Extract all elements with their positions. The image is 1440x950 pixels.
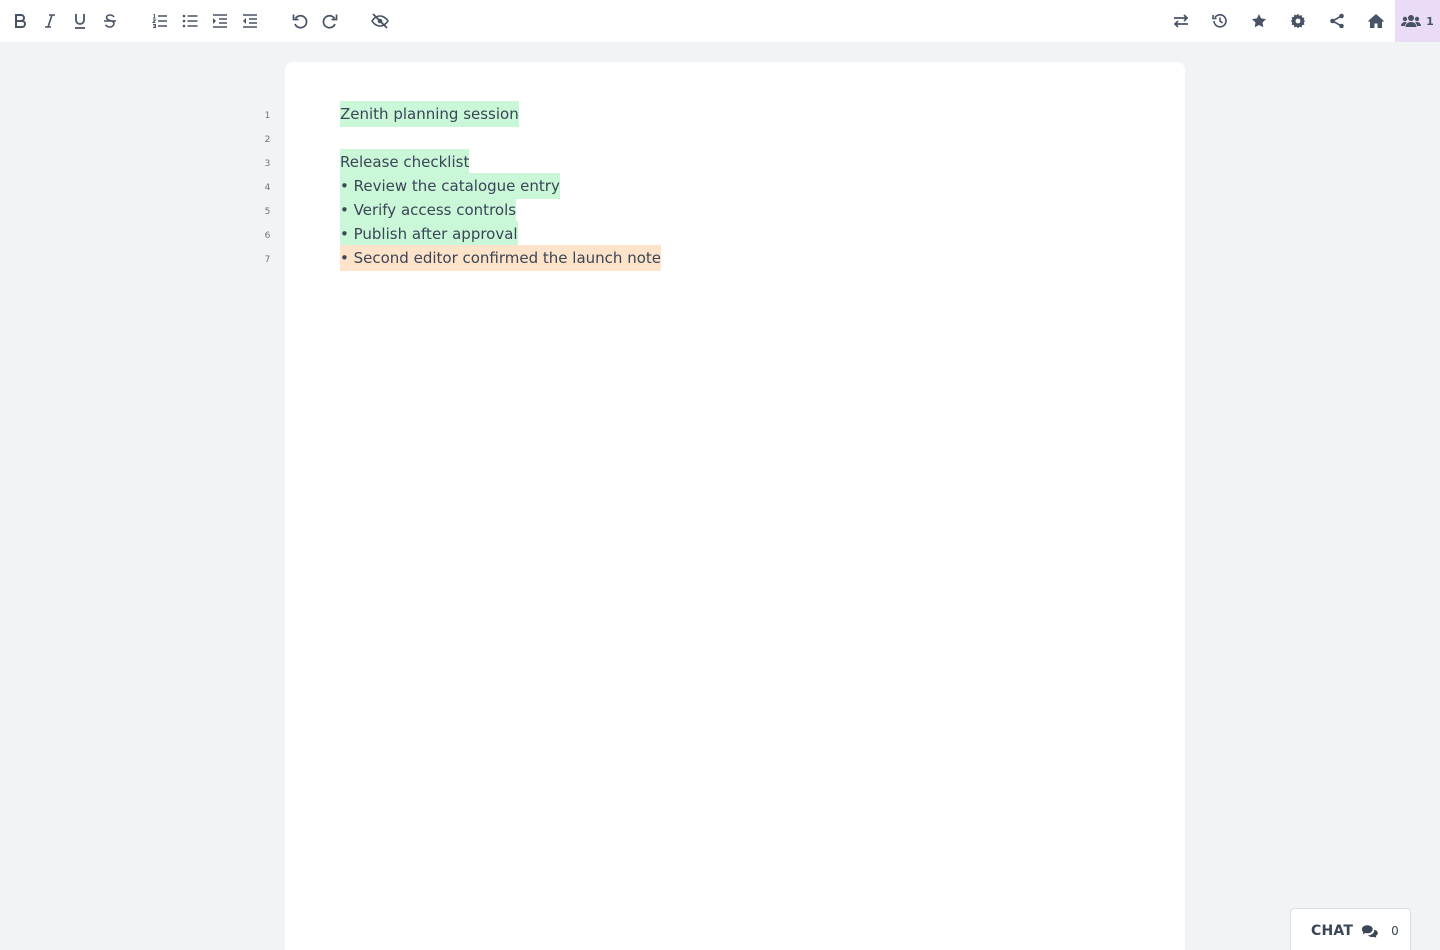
chat-button[interactable]: CHAT 0	[1290, 908, 1411, 950]
document-line-text: • Review the catalogue entry	[340, 173, 560, 199]
indent-button[interactable]	[205, 0, 235, 42]
import-export-icon	[1173, 14, 1188, 28]
star-icon	[1251, 14, 1266, 28]
line-number: 4	[264, 183, 271, 193]
share-icon	[1329, 13, 1344, 29]
line-number: 3	[264, 159, 271, 169]
home-button[interactable]	[1356, 0, 1395, 42]
editor-toolbar: 1	[0, 0, 1440, 42]
strikethrough-button[interactable]	[95, 0, 125, 42]
line-numbers: 1 2 3 4 5 6 7	[255, 102, 280, 270]
unordered-list-button[interactable]	[175, 0, 205, 42]
unordered-list-icon	[182, 14, 198, 28]
import-export-button[interactable]	[1161, 0, 1200, 42]
document-line-text: Zenith planning session	[340, 101, 519, 127]
document-body[interactable]: Zenith planning session Release checklis…	[340, 101, 661, 271]
line-number: 2	[264, 135, 271, 145]
chat-label: CHAT	[1311, 923, 1354, 939]
document-line-text: Release checklist	[340, 149, 470, 175]
document-line[interactable]	[340, 125, 661, 149]
line-number: 7	[264, 255, 271, 265]
document-line[interactable]: Release checklist	[340, 149, 661, 175]
document-line-text: • Second editor confirmed the launch not…	[340, 245, 661, 271]
indent-icon	[213, 14, 227, 28]
eye-slash-icon	[371, 13, 389, 29]
italic-icon	[45, 14, 55, 28]
share-button[interactable]	[1317, 0, 1356, 42]
chat-unread-count: 0	[1391, 924, 1399, 938]
bold-button[interactable]	[5, 0, 35, 42]
history-icon	[1211, 14, 1227, 28]
document-line[interactable]: • Publish after approval	[340, 221, 661, 247]
users-button[interactable]: 1	[1395, 0, 1440, 42]
redo-button[interactable]	[315, 0, 345, 42]
bold-icon	[15, 14, 26, 28]
document-line[interactable]: Zenith planning session	[340, 101, 661, 127]
redo-icon	[322, 14, 338, 29]
toolbar-right: 1	[1161, 0, 1440, 42]
ordered-list-icon	[152, 14, 167, 28]
format-toolbar-left	[5, 0, 395, 42]
timeslider-button[interactable]	[1200, 0, 1239, 42]
underline-icon	[75, 14, 85, 29]
toggle-author-colors-button[interactable]	[365, 0, 395, 42]
document-line[interactable]: • Second editor confirmed the launch not…	[340, 245, 661, 271]
gear-icon	[1290, 13, 1305, 29]
underline-button[interactable]	[65, 0, 95, 42]
italic-button[interactable]	[35, 0, 65, 42]
comments-icon	[1361, 924, 1378, 938]
document-line-text: • Verify access controls	[340, 197, 517, 223]
line-number: 6	[264, 231, 271, 241]
document-line[interactable]: • Verify access controls	[340, 197, 661, 223]
strikethrough-icon	[104, 14, 116, 28]
users-icon	[1401, 15, 1422, 27]
settings-button[interactable]	[1278, 0, 1317, 42]
line-number: 5	[264, 207, 271, 217]
document-line[interactable]: • Review the catalogue entry	[340, 173, 661, 199]
ordered-list-button[interactable]	[145, 0, 175, 42]
home-icon	[1367, 14, 1384, 28]
saved-revision-button[interactable]	[1239, 0, 1278, 42]
outdent-icon	[243, 14, 257, 28]
document-line-text: • Publish after approval	[340, 221, 518, 247]
undo-icon	[292, 14, 308, 29]
undo-button[interactable]	[285, 0, 315, 42]
line-number: 1	[264, 111, 271, 121]
users-count: 1	[1426, 14, 1434, 28]
outdent-button[interactable]	[235, 0, 265, 42]
